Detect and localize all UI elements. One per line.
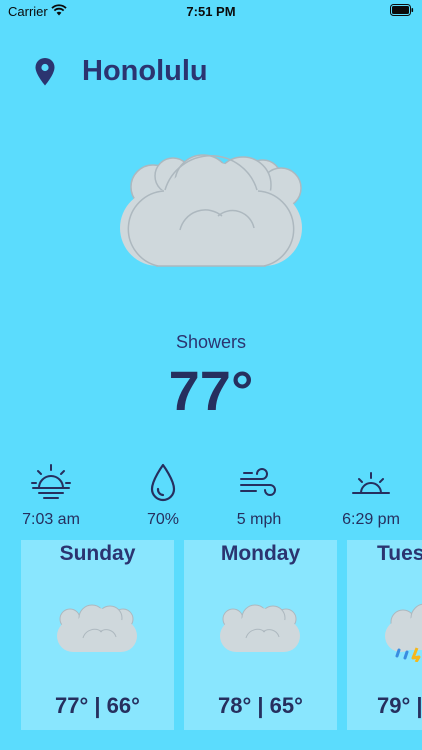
forecast-range: 79° | 6: [377, 693, 422, 718]
cloud-icon: [57, 604, 137, 652]
forecast-card-monday[interactable]: Monday 78° | 65°: [184, 540, 337, 730]
humidity-drop-icon: [150, 463, 176, 502]
rain-cloud-icon: [385, 603, 422, 662]
forecast-card-sunday[interactable]: Sunday 77° | 66°: [21, 540, 174, 730]
forecast-range: 78° | 65°: [218, 693, 303, 718]
forecast-range: 77° | 66°: [55, 693, 140, 718]
forecast-card-tuesday[interactable]: Tuesday 79° | 6: [347, 540, 422, 730]
status-bar: Carrier 7:51 PM: [0, 0, 422, 24]
humidity-value: 70%: [146, 511, 180, 528]
cloud-icon: [120, 154, 302, 267]
city-name[interactable]: Honolulu: [82, 55, 208, 88]
forecast-day: Tuesday: [377, 542, 422, 565]
sunset-time: 6:29 pm: [342, 511, 400, 528]
battery-icon: [390, 4, 414, 16]
forecast-day: Sunday: [59, 542, 136, 565]
status-time: 7:51 PM: [186, 4, 236, 19]
condition-label: Showers: [175, 332, 247, 352]
current-temperature: 77°: [168, 359, 254, 422]
forecast-day: Monday: [220, 542, 301, 565]
wind-speed: 5 mph: [236, 511, 282, 528]
sunset-icon: [352, 472, 390, 494]
sunrise-icon: [31, 464, 71, 499]
sunrise-time: 7:03 am: [22, 511, 80, 528]
wind-icon: [240, 468, 276, 496]
location-pin-icon[interactable]: [34, 57, 56, 87]
cloud-icon: [220, 604, 300, 652]
